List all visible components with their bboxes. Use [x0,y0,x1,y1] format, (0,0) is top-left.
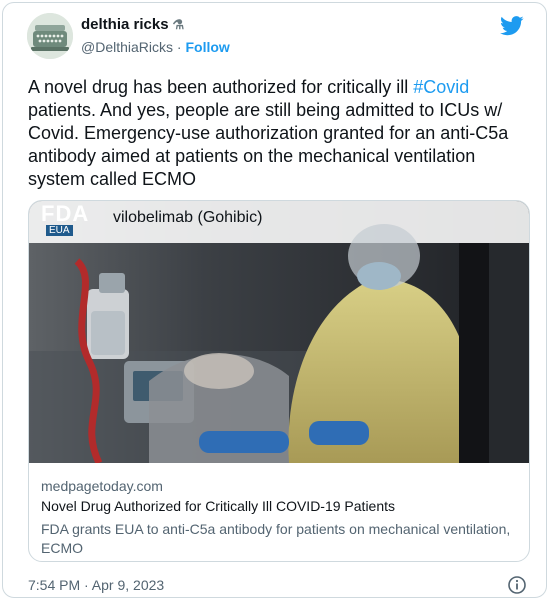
typewriter-avatar-icon [27,13,73,59]
author-avatar[interactable] [27,13,73,59]
tweet-card: delthia ricks ⚗ @DelthiaRicks · Follow A … [2,2,547,598]
link-domain: medpagetoday.com [41,478,163,494]
link-preview-card[interactable]: FDA EUA vilobelimab (Gohibic) medpagetod… [28,200,530,562]
author-handle[interactable]: @DelthiaRicks [81,39,173,55]
hashtag-link[interactable]: #Covid [413,77,469,97]
fda-badge-title: FDA [41,201,90,226]
author-name-text[interactable]: delthia ricks [81,16,169,33]
icu-photo [29,201,529,463]
fda-badge-subtitle: EUA [46,225,73,236]
info-icon[interactable] [507,575,527,595]
link-headline[interactable]: Novel Drug Authorized for Critically Ill… [41,498,395,514]
follow-button[interactable]: Follow [185,39,229,55]
handle-separator: · [176,39,182,55]
tweet-timestamp[interactable]: 7:54 PM · Apr 9, 2023 [28,577,164,593]
link-description: FDA grants EUA to anti-C5a antibody for … [41,521,511,556]
media-caption: vilobelimab (Gohibic) [113,209,263,226]
twitter-bird-icon[interactable] [500,15,524,37]
tweet-text: A novel drug has been authorized for cri… [28,76,533,191]
author-name[interactable]: delthia ricks ⚗ [81,16,184,33]
tweet-text-part-1: A novel drug has been authorized for cri… [28,77,414,97]
link-preview-image[interactable]: FDA EUA vilobelimab (Gohibic) [29,201,529,463]
tweet-text-part-2: patients. And yes, people are still bein… [28,100,509,189]
microscope-emoji-icon: ⚗ [172,17,185,32]
fda-eua-badge: FDA EUA [37,201,95,237]
author-handle-row: @DelthiaRicks · Follow [81,39,230,55]
